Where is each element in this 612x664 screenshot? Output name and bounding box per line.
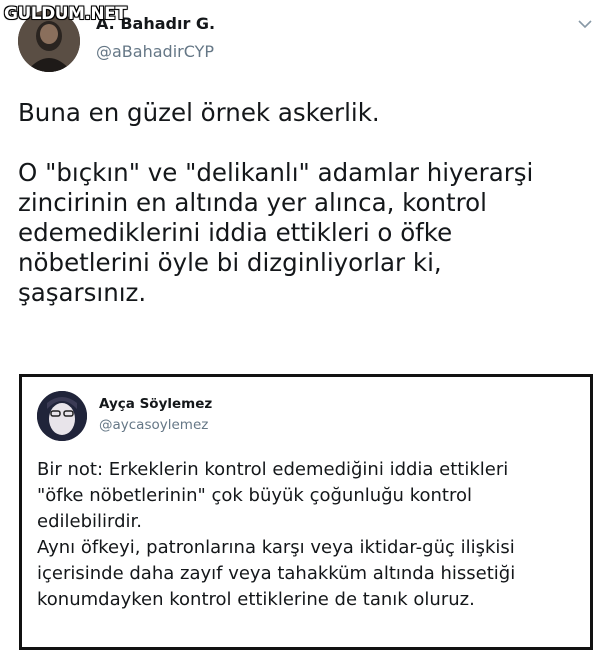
author-handle[interactable]: @aBahadirCYP — [96, 42, 214, 61]
quoted-author-avatar[interactable] — [37, 391, 87, 441]
quoted-tweet-text: Bir not: Erkeklerin kontrol edemediğini … — [37, 457, 587, 613]
quoted-tweet-paragraph-2: Aynı öfkeyi, patronlarına karşı veya ikt… — [37, 537, 516, 610]
watermark: GULDUM.NET — [4, 4, 127, 24]
quoted-tweet-paragraph-1: Bir not: Erkeklerin kontrol edemediğini … — [37, 459, 509, 532]
tweet-text: Buna en güzel örnek askerlik. O "bıçkın"… — [18, 98, 534, 307]
chevron-down-icon[interactable] — [574, 16, 596, 32]
quoted-author-handle[interactable]: @aycasoylemez — [99, 417, 208, 433]
quoted-author-name[interactable]: Ayça Söylemez — [99, 396, 212, 412]
quoted-author-avatar-image — [37, 391, 87, 441]
quoted-tweet[interactable]: Ayça Söylemez @aycasoylemez Bir not: Erk… — [19, 374, 593, 650]
